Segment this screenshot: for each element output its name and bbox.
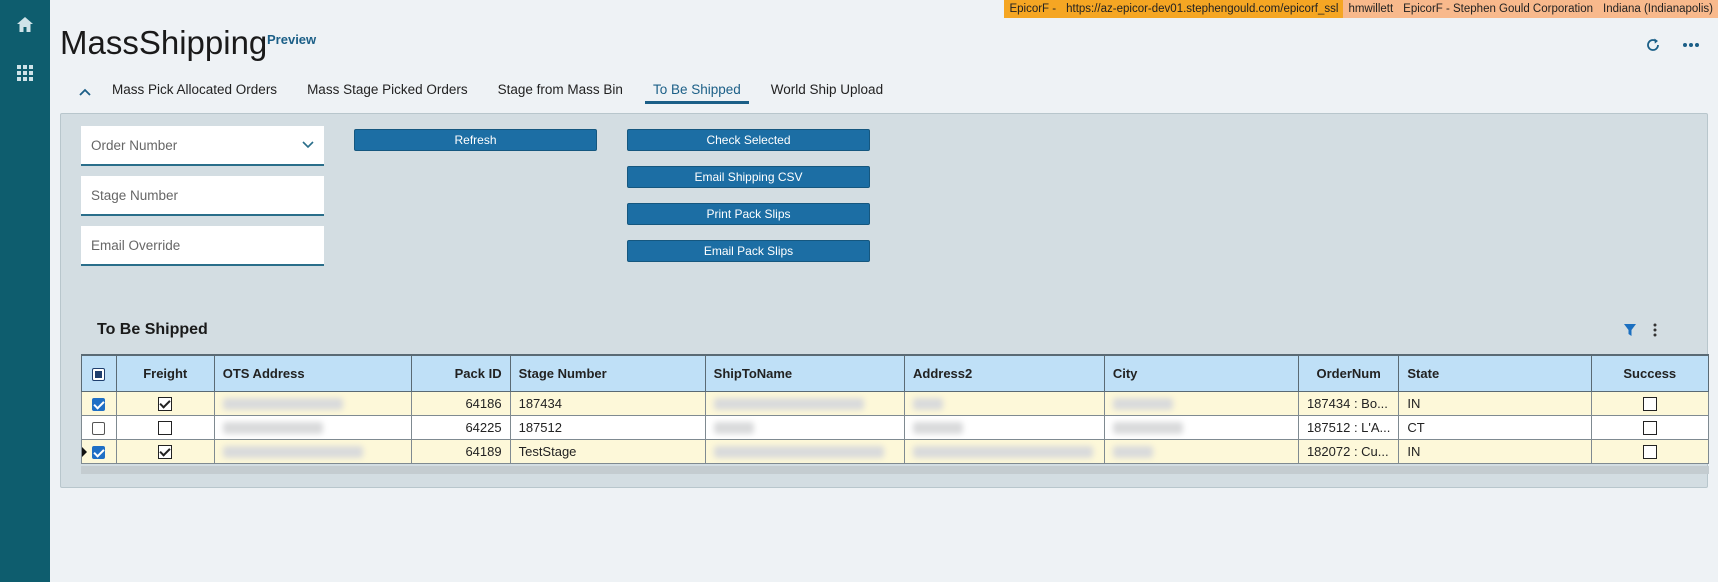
row-select-cell[interactable] bbox=[81, 390, 117, 416]
success-cell[interactable] bbox=[1590, 414, 1709, 440]
select-all-header[interactable] bbox=[81, 354, 117, 392]
to-be-shipped-panel: Order Number Refresh Check Selected Emai… bbox=[60, 113, 1709, 488]
row-select-cell[interactable] bbox=[81, 438, 117, 464]
preview-badge: Preview bbox=[267, 32, 317, 47]
home-icon[interactable] bbox=[12, 12, 38, 38]
success-cell[interactable] bbox=[1590, 438, 1709, 464]
pack-id-cell: 64186 bbox=[411, 390, 511, 416]
grid-title: To Be Shipped bbox=[97, 321, 208, 338]
state-cell: CT bbox=[1398, 414, 1592, 440]
apps-grid-icon[interactable] bbox=[12, 60, 38, 86]
tab-stage-from-mass-bin[interactable]: Stage from Mass Bin bbox=[490, 80, 631, 104]
col-state[interactable]: State bbox=[1398, 354, 1592, 392]
email-shipping-csv-button[interactable]: Email Shipping CSV bbox=[627, 166, 870, 188]
ship-to-name-cell bbox=[704, 390, 905, 416]
address2-cell bbox=[903, 438, 1105, 464]
table-row[interactable]: 64189 TestStage 182072 : Cu... IN bbox=[81, 438, 1709, 464]
city-cell bbox=[1103, 390, 1299, 416]
success-cell[interactable] bbox=[1590, 390, 1709, 416]
page-title: MassShipping bbox=[60, 24, 268, 61]
row-select-checkbox[interactable] bbox=[92, 421, 106, 435]
col-stage-number[interactable]: Stage Number bbox=[509, 354, 706, 392]
order-num-cell: 182072 : Cu... bbox=[1297, 438, 1400, 464]
stage-number-cell: 187434 bbox=[509, 390, 706, 416]
print-pack-slips-button[interactable]: Print Pack Slips bbox=[627, 203, 870, 225]
filter-icon[interactable] bbox=[1621, 321, 1639, 339]
ots-address-cell bbox=[213, 438, 413, 464]
email-override-input[interactable] bbox=[91, 237, 314, 253]
tab-mass-stage-picked-orders[interactable]: Mass Stage Picked Orders bbox=[299, 80, 476, 104]
tab-mass-pick-allocated-orders[interactable]: Mass Pick Allocated Orders bbox=[104, 80, 285, 104]
address2-cell bbox=[903, 390, 1105, 416]
order-number-dropdown[interactable]: Order Number bbox=[81, 126, 324, 166]
more-icon[interactable] bbox=[1680, 34, 1702, 56]
env-user: hmwillett bbox=[1343, 0, 1399, 18]
stage-number-input[interactable] bbox=[91, 187, 314, 203]
chevron-up-icon[interactable] bbox=[76, 83, 94, 101]
stage-number-cell: 187512 bbox=[509, 414, 706, 440]
freight-checkbox[interactable] bbox=[158, 444, 173, 459]
row-select-cell[interactable] bbox=[81, 414, 117, 440]
col-pack-id[interactable]: Pack ID bbox=[411, 354, 511, 392]
ship-to-name-cell bbox=[704, 438, 905, 464]
ots-address-cell bbox=[213, 414, 413, 440]
state-cell: IN bbox=[1398, 438, 1592, 464]
refresh-button[interactable]: Refresh bbox=[354, 129, 597, 151]
env-url: https://az-epicor-dev01.stephengould.com… bbox=[1061, 0, 1344, 18]
col-freight[interactable]: Freight bbox=[115, 354, 215, 392]
state-cell: IN bbox=[1398, 390, 1592, 416]
row-select-checkbox[interactable] bbox=[92, 445, 106, 459]
chevron-down-icon bbox=[302, 141, 314, 149]
select-all-checkbox[interactable] bbox=[92, 367, 106, 381]
tab-bar: Mass Pick Allocated Orders Mass Stage Pi… bbox=[76, 80, 905, 104]
environment-banner: EpicorF - https://az-epicor-dev01.stephe… bbox=[1004, 0, 1718, 18]
col-ots-address[interactable]: OTS Address bbox=[213, 354, 413, 392]
pack-id-cell: 64225 bbox=[411, 414, 511, 440]
col-success[interactable]: Success bbox=[1590, 354, 1709, 392]
table-row[interactable]: 64225 187512 187512 : L'A... CT bbox=[81, 414, 1709, 440]
city-cell bbox=[1103, 438, 1299, 464]
tab-to-be-shipped[interactable]: To Be Shipped bbox=[644, 80, 749, 104]
env-company: EpicorF - Stephen Gould Corporation bbox=[1398, 0, 1599, 18]
env-name: EpicorF - bbox=[1004, 0, 1062, 18]
to-be-shipped-grid: Freight OTS Address Pack ID Stage Number… bbox=[81, 354, 1709, 466]
env-site: Indiana (Indianapolis) bbox=[1598, 0, 1718, 18]
order-num-cell: 187512 : L'A... bbox=[1297, 414, 1400, 440]
address2-cell bbox=[903, 414, 1105, 440]
success-checkbox[interactable] bbox=[1642, 444, 1657, 459]
ship-to-name-cell bbox=[704, 414, 905, 440]
refresh-icon[interactable] bbox=[1642, 34, 1664, 56]
col-city[interactable]: City bbox=[1103, 354, 1299, 392]
freight-cell[interactable] bbox=[115, 438, 215, 464]
stage-number-cell: TestStage bbox=[509, 438, 706, 464]
order-number-label: Order Number bbox=[91, 137, 178, 153]
email-override-field[interactable] bbox=[81, 226, 324, 266]
col-order-num[interactable]: OrderNum bbox=[1297, 354, 1400, 392]
row-select-checkbox[interactable] bbox=[92, 397, 106, 411]
stage-number-field[interactable] bbox=[81, 176, 324, 216]
freight-cell[interactable] bbox=[115, 414, 215, 440]
table-row[interactable]: 64186 187434 187434 : Bo... IN bbox=[81, 390, 1709, 416]
check-selected-button[interactable]: Check Selected bbox=[627, 129, 870, 151]
col-ship-to-name[interactable]: ShipToName bbox=[704, 354, 905, 392]
current-row-marker bbox=[82, 446, 87, 457]
city-cell bbox=[1103, 414, 1299, 440]
email-pack-slips-button[interactable]: Email Pack Slips bbox=[627, 240, 870, 262]
kebab-icon[interactable] bbox=[1646, 321, 1664, 339]
success-checkbox[interactable] bbox=[1642, 420, 1657, 435]
success-checkbox[interactable] bbox=[1642, 396, 1657, 411]
left-rail bbox=[0, 0, 50, 582]
ots-address-cell bbox=[213, 390, 413, 416]
freight-checkbox[interactable] bbox=[158, 420, 173, 435]
pack-id-cell: 64189 bbox=[411, 438, 511, 464]
freight-checkbox[interactable] bbox=[158, 396, 173, 411]
horizontal-scrollbar[interactable] bbox=[81, 466, 1709, 474]
freight-cell[interactable] bbox=[115, 390, 215, 416]
grid-table: Freight OTS Address Pack ID Stage Number… bbox=[81, 354, 1709, 464]
tab-world-ship-upload[interactable]: World Ship Upload bbox=[763, 80, 891, 104]
order-num-cell: 187434 : Bo... bbox=[1297, 390, 1400, 416]
col-address2[interactable]: Address2 bbox=[903, 354, 1105, 392]
